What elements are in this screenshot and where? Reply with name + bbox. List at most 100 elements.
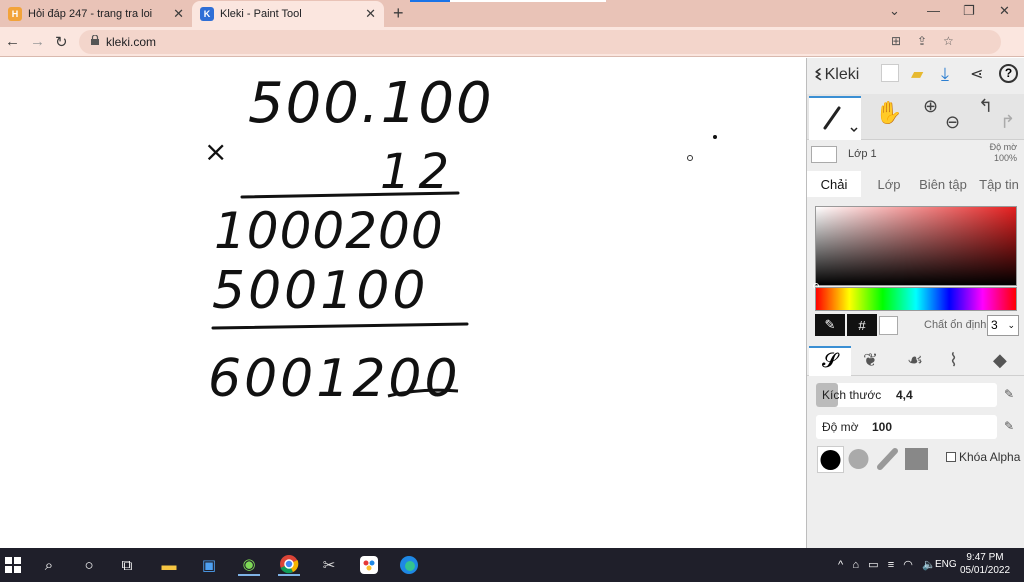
help-icon[interactable]: ? [999, 64, 1018, 83]
chalk-tip[interactable] [875, 446, 902, 473]
round-soft-tip[interactable] [846, 446, 873, 473]
opacity-slider[interactable]: Độ mờ 100 [816, 415, 997, 439]
chalk-stroke-icon [877, 448, 898, 470]
new-image-icon[interactable] [881, 64, 899, 82]
zoom-out-icon[interactable]: ⊖ [945, 112, 960, 133]
kleki-logo: ଽ Kleki [815, 64, 859, 85]
chevron-down-icon: ⌄ [1007, 320, 1015, 330]
lock-alpha-label: Khóa Alpha [959, 450, 1021, 464]
snipping-tool-icon[interactable]: ✂ [318, 554, 340, 576]
share-icon[interactable]: ⇪ [917, 34, 927, 48]
pixel-brush-icon[interactable]: ⌇ [949, 350, 958, 371]
chrome-icon[interactable] [278, 554, 300, 576]
layer-opacity-value: 100% [993, 153, 1017, 163]
sketchy-brush-icon[interactable]: ☙ [907, 350, 923, 371]
lock-alpha-checkbox[interactable]: Khóa Alpha [946, 450, 1020, 464]
hoidap-favicon-icon: H [8, 7, 22, 21]
url-text: kleki.com [106, 35, 157, 49]
layer-thumbnail [811, 146, 837, 163]
system-tray-icons[interactable]: ^ ⌂ ▭ ≡ ◠ 🔈 [838, 558, 936, 571]
layer-preview-row[interactable]: Lớp 1 Độ mờ 100% [807, 142, 1024, 170]
square-icon [905, 448, 928, 470]
layer-opacity: Độ mờ 100% [990, 142, 1017, 164]
browser-tab-bar: H Hỏi đáp 247 - trang tra loi ✕ K Kleki … [0, 0, 1024, 27]
edge-icon[interactable] [398, 554, 420, 576]
size-slider[interactable]: Kích thước 4,4 [816, 383, 997, 407]
task-view-icon[interactable]: ⧉ [116, 554, 138, 576]
tab-file[interactable]: Tập tin [973, 171, 1024, 197]
soft-circle-icon [848, 449, 869, 469]
app-green-icon[interactable]: ◉ [238, 554, 260, 576]
close-tab-icon[interactable]: ✕ [173, 6, 184, 22]
omnibox[interactable]: kleki.com ⊞ ⇪ ☆ [79, 30, 1001, 54]
bookmark-star-icon[interactable]: ☆ [943, 34, 954, 48]
brush-cursor [687, 155, 693, 161]
eyedropper-icon[interactable]: ✎ [815, 314, 845, 336]
tab-title: Kleki - Paint Tool [220, 8, 302, 20]
brand-name: Kleki [824, 65, 860, 83]
multiplier-text: 12 [380, 144, 457, 200]
search-icon[interactable]: ⌕ [38, 554, 60, 576]
cortana-icon[interactable]: ○ [78, 554, 100, 576]
kleki-side-panel: ଽ Kleki ▰ ⤓ ⋖ ? ✋ ⊕ ⊖ ↰ ↱ Lớp 1 Độ mờ 10… [806, 58, 1024, 548]
tab-edit[interactable]: Biên tập [913, 171, 973, 197]
pen-brush-icon: 𝓢 [822, 350, 838, 372]
panel-tabs: Chải Lớp Biên tập Tập tin [807, 171, 1024, 197]
zoom-in-icon[interactable]: ⊕ [923, 96, 938, 117]
store-icon[interactable]: ▣ [198, 554, 220, 576]
share-icon[interactable]: ⋖ [970, 64, 988, 83]
square-tip[interactable] [904, 446, 931, 473]
multiply-sign-text: × [204, 135, 227, 168]
tab-search-icon[interactable]: ⌄ [889, 3, 900, 19]
partial-product-2-text: 500100 [212, 261, 429, 321]
brush-tip-row: Khóa Alpha [815, 446, 1024, 476]
opacity-label: Độ mờ [822, 420, 859, 434]
close-window-icon[interactable]: ✕ [999, 3, 1010, 19]
hue-slider[interactable] [815, 287, 1017, 311]
stabilizer-select[interactable]: 3 ⌄ [987, 315, 1019, 336]
reload-icon[interactable]: ↻ [55, 33, 68, 51]
brush-tool-button[interactable] [809, 96, 861, 140]
clock-date: 05/01/2022 [960, 565, 1011, 576]
browser-tab-active[interactable]: K Kleki - Paint Tool ✕ [192, 1, 384, 27]
undo-icon[interactable]: ↰ [978, 96, 993, 117]
back-icon[interactable]: ← [5, 33, 20, 50]
forward-icon[interactable]: → [30, 33, 45, 50]
translate-icon[interactable]: ⊞ [891, 34, 901, 48]
blend-brush-icon[interactable]: ❦ [863, 350, 878, 371]
open-folder-icon[interactable]: ▰ [911, 64, 929, 83]
secondary-color-swatch[interactable] [879, 316, 898, 335]
size-value: 4,4 [896, 388, 913, 402]
address-toolbar: ← → ↻ kleki.com ⊞ ⇪ ☆ ⋮ [0, 27, 1024, 78]
opacity-edit-icon[interactable]: ✎ [1004, 419, 1014, 433]
hand-tool-icon[interactable]: ✋ [875, 100, 902, 126]
clock[interactable]: 9:47 PM 05/01/2022 [960, 551, 1010, 577]
pen-brush-tab[interactable]: 𝓢 [809, 346, 851, 376]
hex-input-button[interactable]: # [847, 314, 877, 336]
browser-tab[interactable]: H Hỏi đáp 247 - trang tra loi ✕ [0, 1, 192, 27]
file-explorer-icon[interactable]: ▬ [158, 554, 180, 576]
minimize-icon[interactable]: — [927, 3, 940, 18]
drawing-canvas[interactable]: 500.100 × 12 1000200 500100 6001200 [0, 58, 806, 548]
color-saturation-picker[interactable] [815, 206, 1017, 286]
handwritten-multiplication: 500.100 × 12 1000200 500100 6001200 [204, 71, 717, 409]
windows-start-icon[interactable] [2, 554, 24, 576]
tab-brush[interactable]: Chải [807, 171, 861, 197]
restore-icon[interactable]: ❐ [963, 3, 975, 19]
language-indicator[interactable]: ENG [935, 559, 957, 570]
round-hard-tip[interactable] [817, 446, 844, 473]
close-tab-icon[interactable]: ✕ [365, 6, 376, 22]
brush-icon [823, 106, 858, 133]
new-tab-icon[interactable]: + [393, 3, 404, 24]
eraser-icon[interactable]: ◆ [993, 350, 1007, 371]
opacity-value: 100 [872, 420, 893, 434]
size-edit-icon[interactable]: ✎ [1004, 387, 1014, 401]
paint-app-icon[interactable] [358, 554, 380, 576]
kleki-logo-icon: ଽ [815, 64, 822, 84]
lock-icon [91, 35, 99, 45]
brush-type-tabs: 𝓢 ❦ ☙ ⌇ ◆ [807, 344, 1024, 376]
color-tools-row: ✎ # Chất ổn định 3 ⌄ [815, 314, 1024, 338]
redo-icon[interactable]: ↱ [1000, 112, 1015, 133]
tab-layers[interactable]: Lớp [869, 171, 909, 197]
download-icon[interactable]: ⤓ [941, 64, 959, 84]
